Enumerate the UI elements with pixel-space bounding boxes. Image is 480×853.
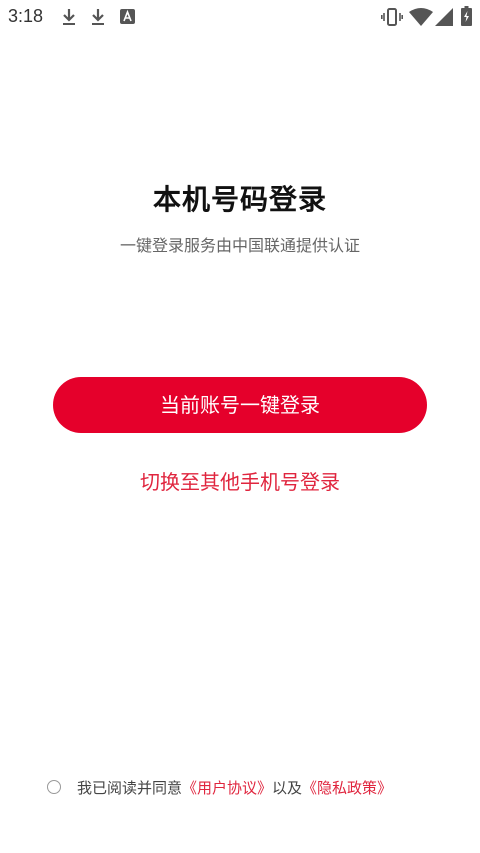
- agreement-connector-text: 以及: [272, 778, 303, 797]
- switch-phone-number-link[interactable]: 切换至其他手机号登录: [0, 466, 480, 495]
- page-subtitle: 一键登录服务由中国联通提供认证: [119, 236, 360, 255]
- battery-charging-icon: [461, 6, 472, 30]
- one-click-login-button[interactable]: 当前账号一键登录: [53, 377, 427, 433]
- agreement-row: 我已阅读并同意 《用户协议》 以及 《隐私政策》: [47, 776, 392, 798]
- status-time: 3:18: [8, 6, 44, 26]
- privacy-policy-link[interactable]: 《隐私政策》: [302, 777, 392, 798]
- agreement-radio[interactable]: [47, 780, 61, 794]
- status-bar: 3:18: [0, 0, 480, 34]
- signal-icon: [435, 8, 453, 30]
- download-icon: [60, 7, 78, 31]
- wifi-icon: [409, 8, 433, 30]
- vibrate-icon: [381, 7, 403, 31]
- agreement-prefix-text: 我已阅读并同意: [77, 778, 183, 797]
- text-a-icon: [120, 9, 135, 28]
- download-icon: [89, 7, 107, 31]
- page-title: 本机号码登录: [152, 183, 327, 216]
- login-screen: 3:18 本机号码登录 一键登录服务由中国联通提供认证 当前账号一键登录 切换至…: [0, 0, 480, 853]
- user-agreement-link[interactable]: 《用户协议》: [182, 777, 272, 798]
